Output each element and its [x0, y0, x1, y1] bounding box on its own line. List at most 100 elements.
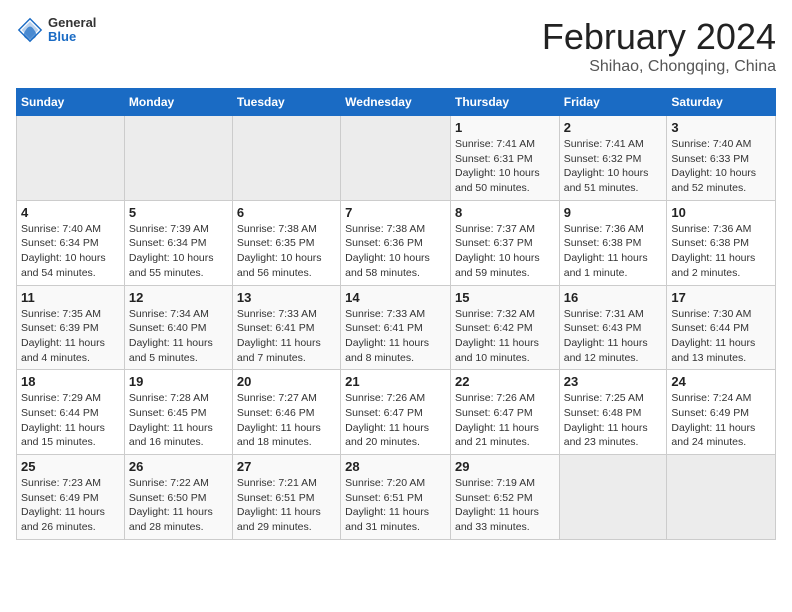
calendar-cell [667, 455, 776, 540]
day-info: Sunrise: 7:19 AMSunset: 6:52 PMDaylight:… [455, 476, 555, 535]
day-number: 6 [237, 205, 336, 220]
calendar-cell: 18 Sunrise: 7:29 AMSunset: 6:44 PMDayligh… [17, 370, 125, 455]
calendar-header: SundayMondayTuesdayWednesdayThursdayFrid… [17, 89, 776, 116]
calendar-cell [232, 116, 340, 201]
day-number: 18 [21, 374, 120, 389]
calendar-cell: 11 Sunrise: 7:35 AMSunset: 6:39 PMDayligh… [17, 285, 125, 370]
day-number: 19 [129, 374, 228, 389]
day-info: Sunrise: 7:29 AMSunset: 6:44 PMDaylight:… [21, 391, 120, 450]
calendar-cell: 5 Sunrise: 7:39 AMSunset: 6:34 PMDaylight… [124, 200, 232, 285]
day-info: Sunrise: 7:35 AMSunset: 6:39 PMDaylight:… [21, 307, 120, 366]
day-info: Sunrise: 7:41 AMSunset: 6:31 PMDaylight:… [455, 137, 555, 196]
calendar-cell: 13Sunrise: 7:33 AMSunset: 6:41 PMDayligh… [232, 285, 340, 370]
weekday-header: Friday [559, 89, 667, 116]
weekday-header: Tuesday [232, 89, 340, 116]
calendar-cell: 29Sunrise: 7:19 AMSunset: 6:52 PMDayligh… [450, 455, 559, 540]
day-info: Sunrise: 7:39 AMSunset: 6:34 PMDaylight:… [129, 222, 228, 281]
calendar-cell: 3 Sunrise: 7:40 AMSunset: 6:33 PMDaylight… [667, 116, 776, 201]
day-number: 10 [671, 205, 771, 220]
calendar-cell: 23 Sunrise: 7:25 AMSunset: 6:48 PMDayligh… [559, 370, 667, 455]
day-info: Sunrise: 7:28 AMSunset: 6:45 PMDaylight:… [129, 391, 228, 450]
title-area: February 2024 Shihao, Chongqing, China [542, 16, 776, 76]
day-number: 11 [21, 290, 120, 305]
calendar-cell: 20 Sunrise: 7:27 AMSunset: 6:46 PMDayligh… [232, 370, 340, 455]
day-number: 26 [129, 459, 228, 474]
day-info: Sunrise: 7:21 AMSunset: 6:51 PMDaylight:… [237, 476, 336, 535]
weekday-header: Monday [124, 89, 232, 116]
logo-icon [16, 16, 44, 44]
calendar-cell: 7 Sunrise: 7:38 AMSunset: 6:36 PMDaylight… [341, 200, 451, 285]
day-info: Sunrise: 7:22 AMSunset: 6:50 PMDaylight:… [129, 476, 228, 535]
calendar-table: SundayMondayTuesdayWednesdayThursdayFrid… [16, 88, 776, 540]
calendar-cell: 9 Sunrise: 7:36 AMSunset: 6:38 PMDaylight… [559, 200, 667, 285]
day-number: 8 [455, 205, 555, 220]
week-row: 4Sunrise: 7:40 AMSunset: 6:34 PMDaylight… [17, 200, 776, 285]
calendar-title: February 2024 [542, 16, 776, 58]
calendar-cell [124, 116, 232, 201]
day-number: 7 [345, 205, 446, 220]
header: General Blue February 2024 Shihao, Chong… [16, 16, 776, 76]
day-info: Sunrise: 7:41 AMSunset: 6:32 PMDaylight:… [564, 137, 663, 196]
calendar-cell: 22Sunrise: 7:26 AMSunset: 6:47 PMDayligh… [450, 370, 559, 455]
calendar-cell: 27 Sunrise: 7:21 AMSunset: 6:51 PMDayligh… [232, 455, 340, 540]
day-info: Sunrise: 7:36 AMSunset: 6:38 PMDaylight:… [564, 222, 663, 281]
day-number: 5 [129, 205, 228, 220]
weekday-header: Wednesday [341, 89, 451, 116]
calendar-cell: 15Sunrise: 7:32 AMSunset: 6:42 PMDayligh… [450, 285, 559, 370]
day-info: Sunrise: 7:36 AMSunset: 6:38 PMDaylight:… [671, 222, 771, 281]
calendar-cell: 6 Sunrise: 7:38 AMSunset: 6:35 PMDaylight… [232, 200, 340, 285]
week-row: 11 Sunrise: 7:35 AMSunset: 6:39 PMDayligh… [17, 285, 776, 370]
day-info: Sunrise: 7:27 AMSunset: 6:46 PMDaylight:… [237, 391, 336, 450]
day-number: 2 [564, 120, 663, 135]
day-info: Sunrise: 7:33 AMSunset: 6:41 PMDaylight:… [237, 307, 336, 366]
calendar-cell: 19 Sunrise: 7:28 AMSunset: 6:45 PMDayligh… [124, 370, 232, 455]
logo-general-text: General [48, 16, 96, 30]
week-row: 25Sunrise: 7:23 AMSunset: 6:49 PMDayligh… [17, 455, 776, 540]
day-info: Sunrise: 7:38 AMSunset: 6:35 PMDaylight:… [237, 222, 336, 281]
day-number: 27 [237, 459, 336, 474]
day-number: 22 [455, 374, 555, 389]
calendar-cell: 8Sunrise: 7:37 AMSunset: 6:37 PMDaylight… [450, 200, 559, 285]
calendar-cell: 26 Sunrise: 7:22 AMSunset: 6:50 PMDayligh… [124, 455, 232, 540]
calendar-cell [341, 116, 451, 201]
calendar-body: 1 Sunrise: 7:41 AMSunset: 6:31 PMDaylight… [17, 116, 776, 540]
day-info: Sunrise: 7:40 AMSunset: 6:33 PMDaylight:… [671, 137, 771, 196]
day-info: Sunrise: 7:26 AMSunset: 6:47 PMDaylight:… [345, 391, 446, 450]
day-info: Sunrise: 7:32 AMSunset: 6:42 PMDaylight:… [455, 307, 555, 366]
calendar-cell: 14 Sunrise: 7:33 AMSunset: 6:41 PMDayligh… [341, 285, 451, 370]
weekday-row: SundayMondayTuesdayWednesdayThursdayFrid… [17, 89, 776, 116]
calendar-cell: 17 Sunrise: 7:30 AMSunset: 6:44 PMDayligh… [667, 285, 776, 370]
day-number: 21 [345, 374, 446, 389]
day-info: Sunrise: 7:25 AMSunset: 6:48 PMDaylight:… [564, 391, 663, 450]
day-info: Sunrise: 7:30 AMSunset: 6:44 PMDaylight:… [671, 307, 771, 366]
day-number: 1 [455, 120, 555, 135]
day-info: Sunrise: 7:33 AMSunset: 6:41 PMDaylight:… [345, 307, 446, 366]
day-info: Sunrise: 7:38 AMSunset: 6:36 PMDaylight:… [345, 222, 446, 281]
day-number: 23 [564, 374, 663, 389]
day-number: 3 [671, 120, 771, 135]
day-info: Sunrise: 7:24 AMSunset: 6:49 PMDaylight:… [671, 391, 771, 450]
day-number: 17 [671, 290, 771, 305]
day-info: Sunrise: 7:31 AMSunset: 6:43 PMDaylight:… [564, 307, 663, 366]
calendar-subtitle: Shihao, Chongqing, China [542, 58, 776, 76]
day-number: 20 [237, 374, 336, 389]
day-number: 16 [564, 290, 663, 305]
calendar-cell: 4Sunrise: 7:40 AMSunset: 6:34 PMDaylight… [17, 200, 125, 285]
week-row: 1 Sunrise: 7:41 AMSunset: 6:31 PMDaylight… [17, 116, 776, 201]
day-number: 12 [129, 290, 228, 305]
weekday-header: Saturday [667, 89, 776, 116]
calendar-cell: 10 Sunrise: 7:36 AMSunset: 6:38 PMDayligh… [667, 200, 776, 285]
calendar-cell [559, 455, 667, 540]
day-number: 14 [345, 290, 446, 305]
day-number: 24 [671, 374, 771, 389]
calendar-cell: 25Sunrise: 7:23 AMSunset: 6:49 PMDayligh… [17, 455, 125, 540]
day-number: 28 [345, 459, 446, 474]
day-info: Sunrise: 7:20 AMSunset: 6:51 PMDaylight:… [345, 476, 446, 535]
calendar-cell [17, 116, 125, 201]
calendar-cell: 21 Sunrise: 7:26 AMSunset: 6:47 PMDayligh… [341, 370, 451, 455]
calendar-cell: 16 Sunrise: 7:31 AMSunset: 6:43 PMDayligh… [559, 285, 667, 370]
logo-blue-text: Blue [48, 30, 96, 44]
day-info: Sunrise: 7:40 AMSunset: 6:34 PMDaylight:… [21, 222, 120, 281]
day-number: 9 [564, 205, 663, 220]
calendar-cell: 28 Sunrise: 7:20 AMSunset: 6:51 PMDayligh… [341, 455, 451, 540]
